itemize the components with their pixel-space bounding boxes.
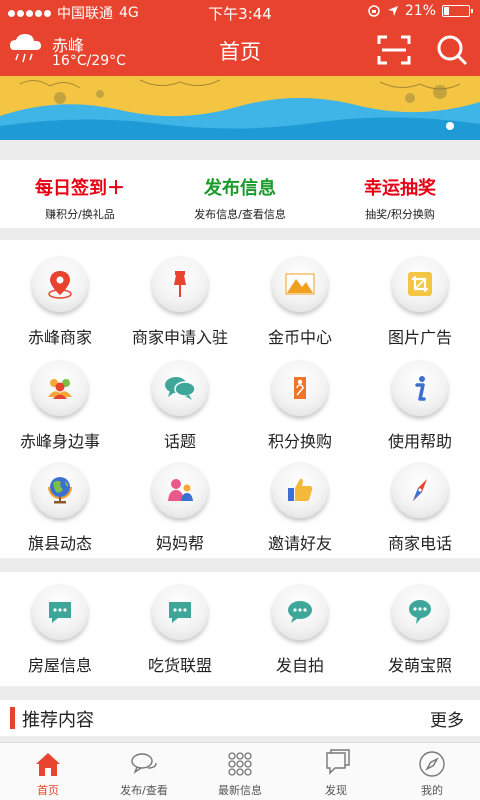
tag-icon	[272, 360, 328, 416]
grid-item-label: 金币中心	[267, 328, 332, 347]
tab-mine[interactable]: 我的	[384, 749, 480, 798]
scan-button[interactable]	[376, 34, 412, 66]
grid-item-label: 发萌宝照	[387, 656, 452, 675]
chat-icon	[131, 753, 157, 774]
tab-publish-view[interactable]: 发布/查看	[96, 749, 192, 798]
quick-action-title: 幸运抽奖	[364, 178, 436, 199]
quick-action-subtitle: 发布信息/查看信息	[194, 208, 286, 221]
tab-home[interactable]: 首页	[0, 749, 96, 798]
status-right: 21%	[367, 3, 473, 19]
grid-item-baby-photos[interactable]: 发萌宝照	[360, 584, 480, 676]
grid-item-merchant-phone[interactable]: 商家电话	[360, 462, 480, 554]
rotation-lock-icon	[368, 5, 380, 17]
location-pin-icon	[32, 256, 88, 312]
quick-action-title: 每日签到＋	[35, 178, 125, 199]
grid-item-label: 吃货联盟	[147, 656, 212, 675]
grid-item-local-news[interactable]: 赤峰身边事	[0, 360, 120, 452]
publish-info-button[interactable]: 发布信息 发布信息/查看信息	[160, 174, 320, 222]
grid-item-merchant-apply[interactable]: 商家申请入驻	[120, 256, 240, 348]
tab-bar: 首页 发布/查看 最新信息 发现 我的	[0, 742, 480, 800]
banner-page-indicator[interactable]	[446, 122, 454, 130]
tab-discover[interactable]: 发现	[288, 749, 384, 798]
grid-item-county-news[interactable]: 旗县动态	[0, 462, 120, 554]
tab-label: 发布/查看	[120, 784, 168, 797]
tab-label: 我的	[421, 784, 443, 797]
battery-level	[444, 7, 449, 15]
home-page: 中国联通 4G 下午3:44 21% 赤峰 16°C/29°C 首页 每日签到＋…	[0, 0, 480, 800]
nav-bar: 赤峰 16°C/29°C 首页	[0, 24, 480, 76]
lucky-draw-button[interactable]: 幸运抽奖 抽奖/积分换购	[320, 174, 480, 222]
grid-item-housing[interactable]: 房屋信息	[0, 584, 120, 676]
grid-item-label: 房屋信息	[27, 656, 92, 675]
header: 中国联通 4G 下午3:44 21% 赤峰 16°C/29°C 首页	[0, 0, 480, 76]
grid-item-foodie[interactable]: 吃货联盟	[120, 584, 240, 676]
section-title: 推荐内容	[22, 710, 94, 731]
tab-latest-info[interactable]: 最新信息	[192, 749, 288, 798]
battery-percent: 21%	[404, 3, 436, 19]
message-icon	[152, 584, 208, 640]
grid-item-merchants[interactable]: 赤峰商家	[0, 256, 120, 348]
grid-dots-icon	[228, 752, 252, 776]
banner-artwork	[0, 76, 480, 140]
search-icon	[437, 35, 468, 66]
message-icon	[272, 584, 328, 640]
scan-icon	[377, 35, 411, 65]
battery-icon	[442, 5, 473, 17]
grid-item-coin-center[interactable]: 金币中心	[240, 256, 360, 348]
message-icon	[32, 584, 88, 640]
recommended-header: 推荐内容 更多	[0, 700, 480, 736]
quick-action-title: 发布信息	[204, 178, 276, 199]
grid-item-image-ads[interactable]: 图片广告	[360, 256, 480, 348]
grid-item-label: 商家申请入驻	[131, 328, 228, 347]
grid-item-label: 赤峰商家	[27, 328, 92, 347]
community-grid: 房屋信息 吃货联盟 发自拍 发萌宝照	[0, 572, 480, 686]
home-icon	[36, 753, 60, 776]
grid-item-label: 使用帮助	[387, 432, 452, 451]
grid-item-points-exchange[interactable]: 积分换购	[240, 360, 360, 452]
grid-item-label: 商家电话	[387, 534, 452, 553]
message-icon	[392, 584, 448, 640]
image-mountain-icon	[272, 256, 328, 312]
grid-item-label: 积分换购	[267, 432, 332, 451]
thumbs-up-icon	[272, 462, 328, 518]
grid-item-topics[interactable]: 话题	[120, 360, 240, 452]
grid-item-invite-friends[interactable]: 邀请好友	[240, 462, 360, 554]
crop-icon	[392, 256, 448, 312]
grid-item-selfie[interactable]: 发自拍	[240, 584, 360, 676]
info-icon	[392, 360, 448, 416]
grid-item-help[interactable]: 使用帮助	[360, 360, 480, 452]
discover-icon	[326, 749, 350, 775]
quick-action-subtitle: 赚积分/换礼品	[45, 208, 115, 221]
people-group-icon	[32, 360, 88, 416]
pushpin-icon	[152, 256, 208, 312]
search-button[interactable]	[434, 34, 470, 66]
grid-item-label: 发自拍	[275, 656, 324, 675]
grid-item-label: 旗县动态	[27, 534, 92, 553]
location-arrow-icon	[387, 6, 398, 16]
daily-checkin-button[interactable]: 每日签到＋ 赚积分/换礼品	[0, 174, 160, 222]
chat-bubbles-icon	[152, 360, 208, 416]
promo-banner[interactable]	[0, 76, 480, 140]
mother-child-icon	[152, 462, 208, 518]
status-bar: 中国联通 4G 下午3:44 21%	[0, 0, 480, 24]
tab-label: 首页	[37, 784, 59, 797]
grid-item-label: 妈妈帮	[155, 534, 204, 553]
section-marker	[10, 707, 15, 729]
grid-item-label: 话题	[163, 432, 196, 451]
tab-label: 最新信息	[218, 784, 262, 797]
compass-icon	[392, 462, 448, 518]
tab-label: 发现	[325, 784, 347, 797]
grid-item-label: 邀请好友	[267, 534, 332, 553]
more-link[interactable]: 更多	[430, 706, 464, 731]
grid-item-label: 赤峰身边事	[19, 432, 100, 451]
grid-item-label: 图片广告	[387, 328, 452, 347]
globe-icon	[32, 462, 88, 518]
grid-item-moms-group[interactable]: 妈妈帮	[120, 462, 240, 554]
service-grid: 赤峰商家 商家申请入驻 金币中心 图片广告 赤峰身边事 话题 积分换购 使用帮助…	[0, 240, 480, 558]
compass-icon	[419, 751, 445, 777]
quick-action-subtitle: 抽奖/积分换购	[365, 208, 435, 221]
quick-actions: 每日签到＋ 赚积分/换礼品 发布信息 发布信息/查看信息 幸运抽奖 抽奖/积分换…	[0, 160, 480, 228]
